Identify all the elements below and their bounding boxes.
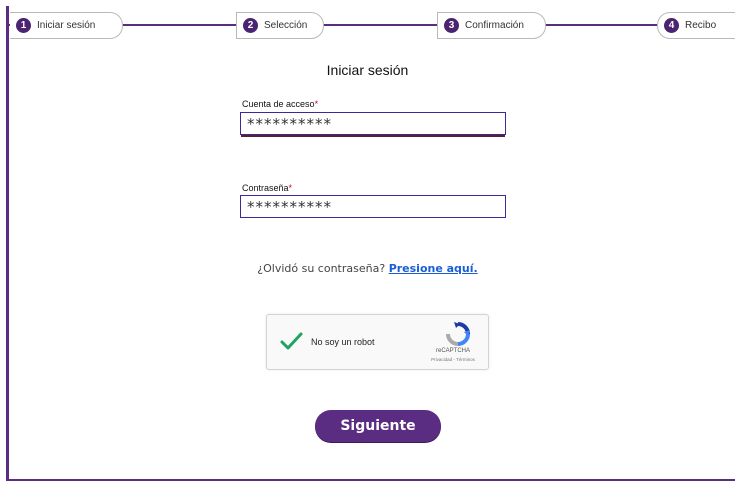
step-label-2: Selección bbox=[264, 20, 308, 31]
account-field[interactable]: ********** bbox=[240, 112, 506, 135]
page-title: Iniciar sesión bbox=[326, 62, 409, 78]
captcha-label: No soy un robot bbox=[311, 337, 375, 347]
step-label-1: Iniciar sesión bbox=[37, 20, 96, 31]
step-number-4: 4 bbox=[664, 18, 679, 33]
account-field-underline bbox=[241, 135, 505, 137]
recaptcha-terms[interactable]: Privacidad - Términos bbox=[417, 357, 489, 362]
required-asterisk: * bbox=[288, 183, 293, 193]
recaptcha-logo-icon bbox=[445, 321, 471, 347]
step-number-2: 2 bbox=[243, 18, 258, 33]
account-label: Cuenta de acceso* bbox=[242, 99, 318, 109]
recaptcha-widget: No soy un robot reCAPTCHA Privacidad - T… bbox=[266, 314, 489, 370]
step-iniciar-sesion: 1 Iniciar sesión bbox=[10, 12, 123, 39]
account-label-text: Cuenta de acceso bbox=[242, 99, 315, 109]
step-label-4: Recibo bbox=[685, 20, 717, 31]
step-number-3: 3 bbox=[444, 18, 459, 33]
next-button[interactable]: Siguiente bbox=[315, 410, 441, 442]
step-number-1: 1 bbox=[16, 18, 31, 33]
recaptcha-brand: reCAPTCHA bbox=[435, 348, 470, 354]
step-label-3: Confirmación bbox=[465, 20, 524, 31]
checkmark-icon[interactable] bbox=[279, 329, 303, 353]
step-confirmacion: 3 Confirmación bbox=[437, 12, 546, 39]
required-asterisk: * bbox=[314, 99, 319, 109]
forgot-password-text: ¿Olvidó su contraseña? bbox=[257, 262, 389, 275]
password-field[interactable]: ********** bbox=[240, 195, 506, 218]
step-recibo: 4 Recibo bbox=[657, 12, 735, 39]
progress-steps: 1 Iniciar sesión 2 Selección 3 Confirmac… bbox=[0, 0, 735, 48]
password-label-text: Contraseña bbox=[242, 183, 289, 193]
forgot-password-row: ¿Olvidó su contraseña? Presione aquí. bbox=[0, 262, 735, 275]
step-seleccion: 2 Selección bbox=[236, 12, 324, 39]
forgot-password-link[interactable]: Presione aquí. bbox=[389, 262, 478, 275]
password-label: Contraseña* bbox=[242, 183, 292, 193]
